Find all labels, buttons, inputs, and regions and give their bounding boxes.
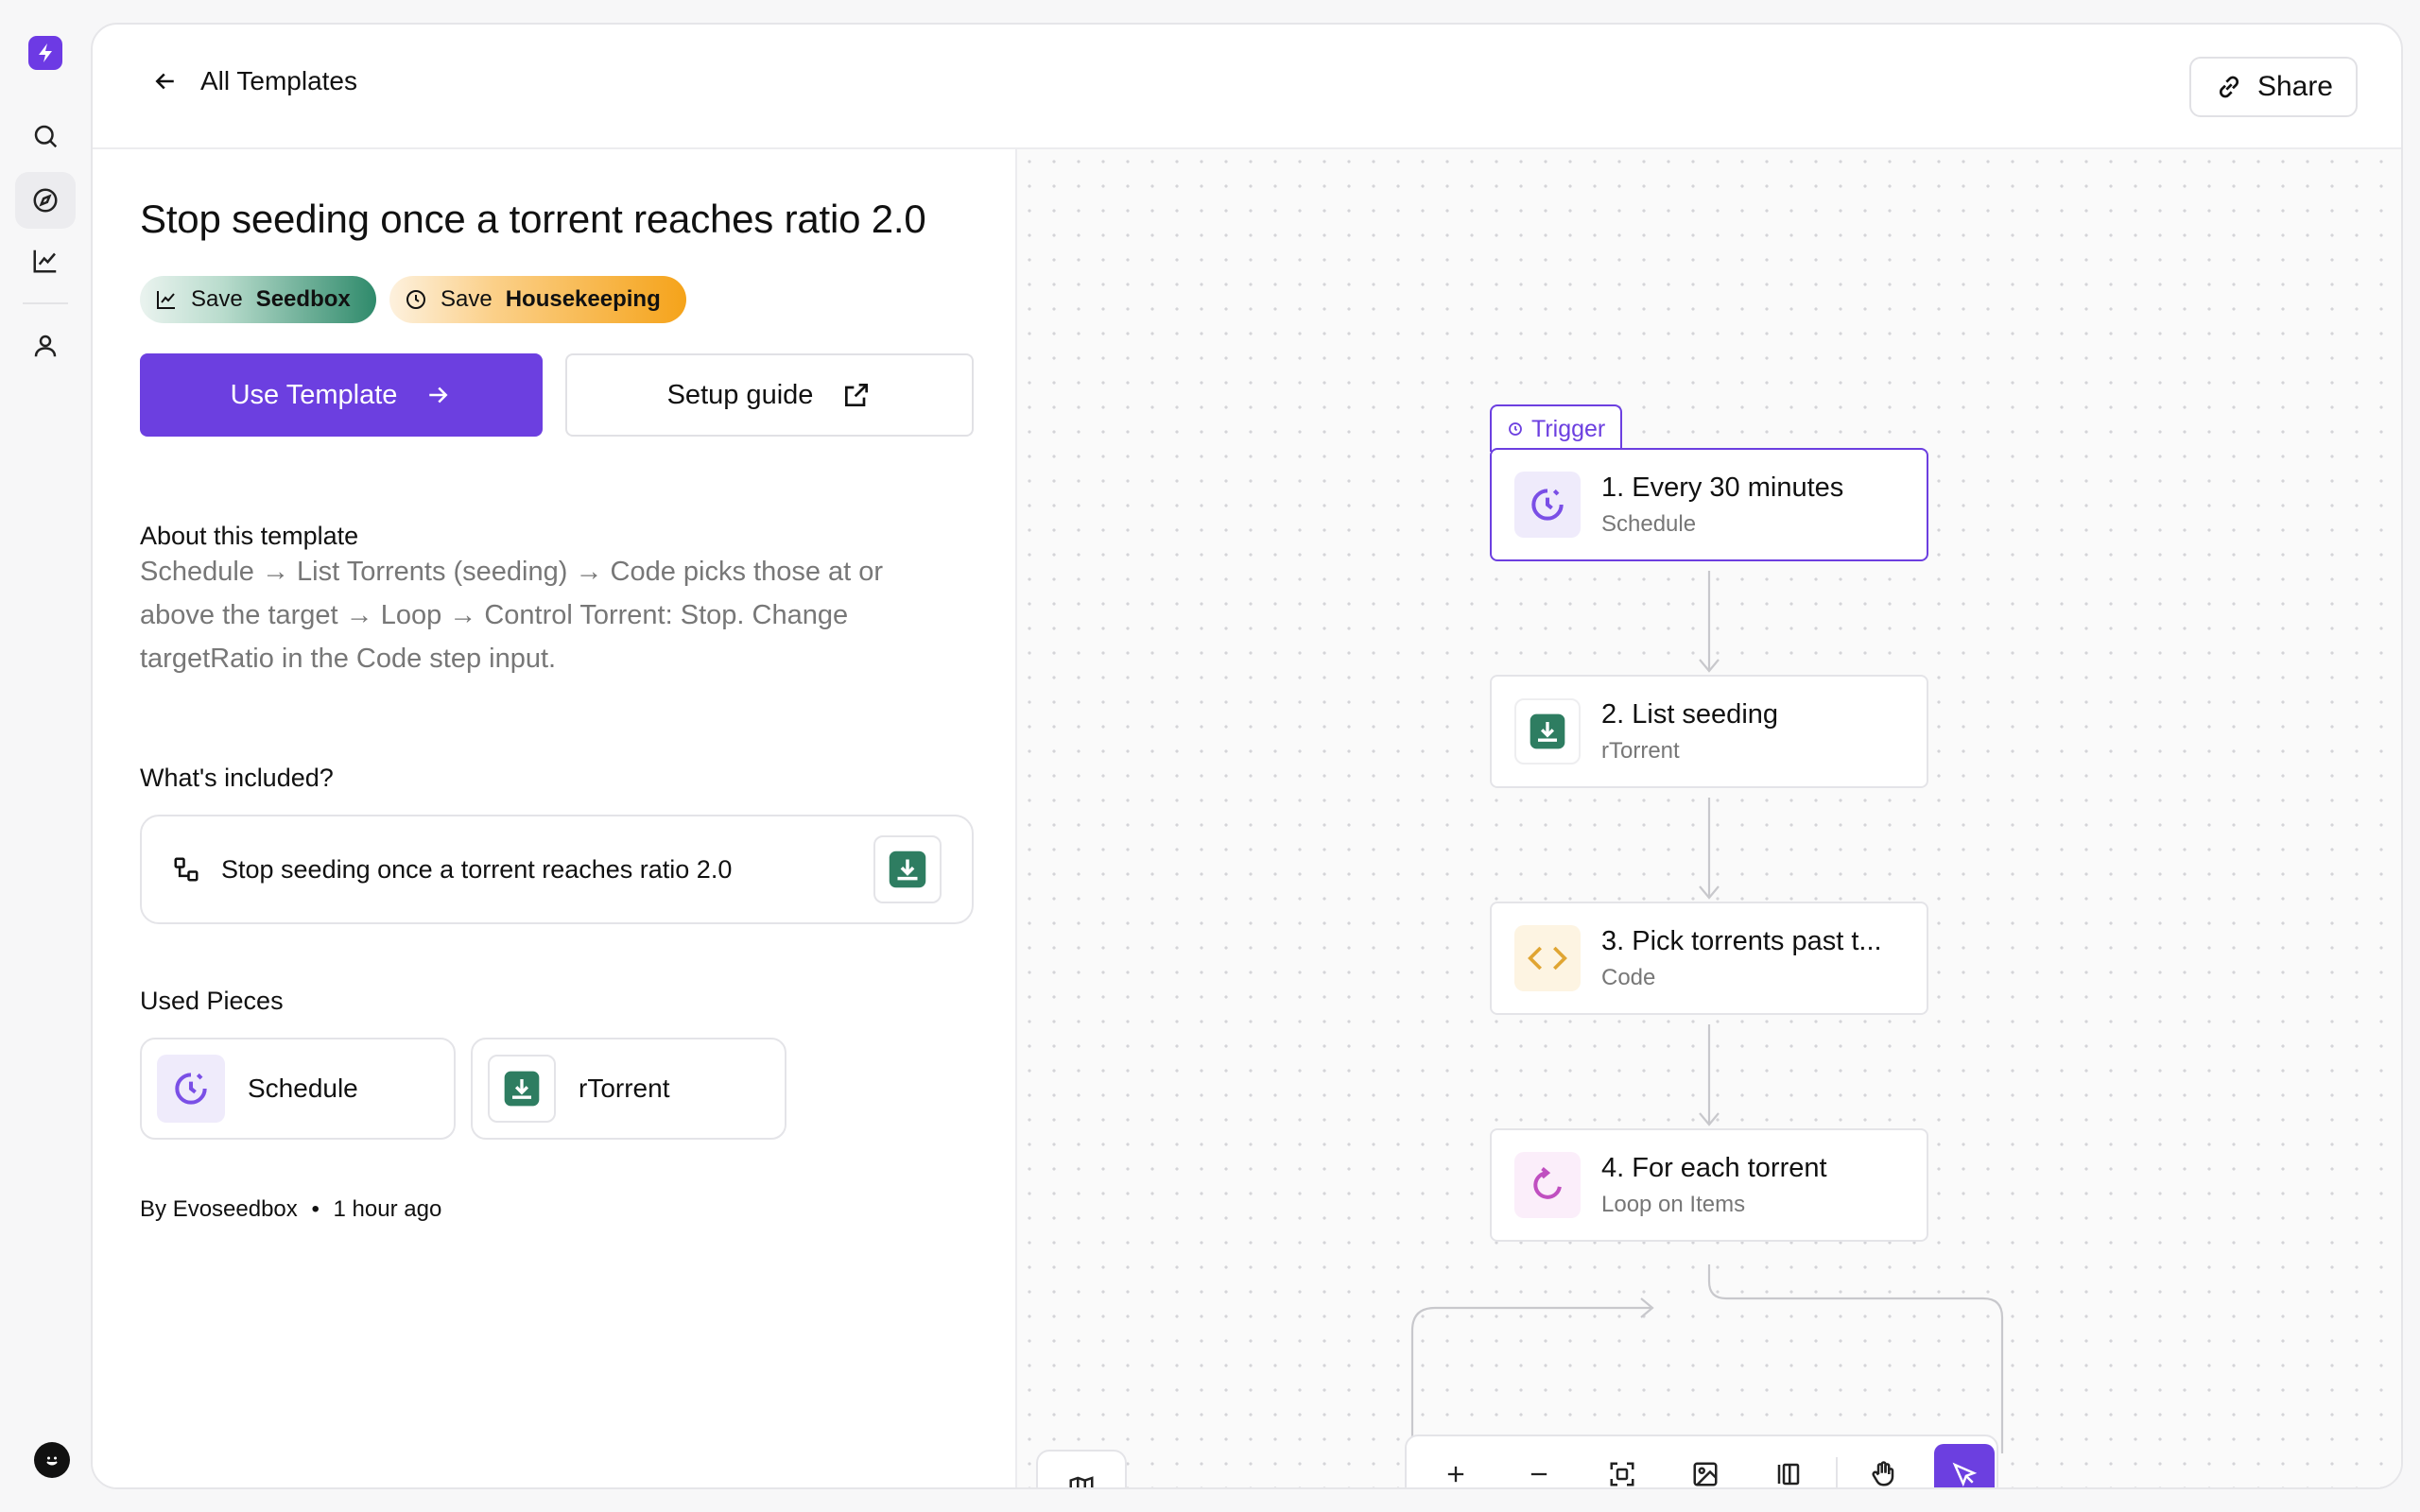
app-logo[interactable] (28, 36, 62, 70)
analytics-chart-icon[interactable] (15, 232, 76, 289)
code-brackets-icon (1514, 925, 1581, 991)
setup-guide-button[interactable]: Setup guide (565, 353, 974, 437)
separator-dot: • (311, 1196, 320, 1222)
explore-compass-icon[interactable] (15, 172, 76, 229)
included-heading: What's included? (140, 764, 334, 792)
piece-label: Schedule (248, 1074, 358, 1103)
link-icon (2219, 76, 2238, 98)
flow-canvas[interactable]: Trigger 1. Every 30 minutes Schedule 2. … (1017, 149, 2401, 1487)
tag-name: Seedbox (255, 286, 351, 312)
clock-icon (406, 290, 425, 309)
loop-icon (1514, 1152, 1581, 1218)
user-icon[interactable] (15, 318, 76, 374)
zoom-out-button[interactable] (1509, 1444, 1569, 1487)
time-ago: 1 hour ago (333, 1196, 442, 1222)
flow-connectors (1410, 571, 2004, 1453)
main-card: All Templates Share Stop seeding once a … (91, 23, 2403, 1489)
export-image-button[interactable] (1675, 1444, 1736, 1487)
plus-icon (1447, 1466, 1464, 1483)
rtorrent-icon (1514, 698, 1581, 765)
use-template-button[interactable]: Use Template (140, 353, 543, 437)
piece-rtorrent[interactable]: rTorrent (471, 1038, 786, 1140)
search-icon[interactable] (15, 108, 76, 164)
node-title: 2. List seeding (1601, 698, 1779, 730)
author-byline: By Evoseedbox • 1 hour ago (140, 1196, 441, 1223)
trigger-icon (1509, 422, 1522, 436)
about-heading: About this template (140, 522, 359, 550)
chart-line-icon (157, 291, 175, 309)
image-download-icon (1693, 1462, 1718, 1486)
page-title: Stop seeding once a torrent reaches rati… (140, 197, 926, 241)
minus-icon (1530, 1472, 1547, 1476)
tag-housekeeping[interactable]: Save Housekeeping (389, 276, 686, 323)
node-title: 3. Pick torrents past t... (1601, 925, 1882, 956)
tag-prefix: Save (191, 286, 243, 312)
schedule-clock-icon (1514, 472, 1581, 538)
trigger-label-text: Trigger (1531, 415, 1606, 442)
tag-seedbox[interactable]: Save Seedbox (140, 276, 376, 323)
nav-rail (0, 0, 91, 1512)
zoom-in-button[interactable] (1426, 1444, 1486, 1487)
schedule-clock-icon (157, 1055, 225, 1123)
node-subtitle: Code (1601, 964, 1656, 990)
tag-prefix: Save (441, 286, 493, 312)
flow-node-schedule[interactable]: 1. Every 30 minutes Schedule (1490, 448, 1928, 561)
used-pieces-heading: Used Pieces (140, 987, 284, 1015)
share-button[interactable]: Share (2188, 57, 2358, 117)
rtorrent-icon (488, 1055, 556, 1123)
arrow-left-icon (155, 73, 174, 90)
back-label: All Templates (200, 66, 358, 95)
flow-node-code[interactable]: 3. Pick torrents past t... Code (1490, 902, 1928, 1015)
node-title: 4. For each torrent (1601, 1152, 1827, 1183)
rtorrent-piece-icon (873, 835, 942, 903)
template-description: Schedule → List Torrents (seeding) → Cod… (140, 557, 884, 674)
use-template-label: Use Template (230, 379, 398, 410)
author-name: Evoseedbox (172, 1196, 298, 1222)
back-to-templates-link[interactable]: All Templates (151, 66, 357, 96)
flow-icon (174, 857, 199, 882)
toggle-panel-button[interactable] (1758, 1444, 1819, 1487)
columns-icon (1777, 1463, 1800, 1486)
author-prefix: By (140, 1196, 167, 1222)
share-label: Share (2256, 71, 2333, 102)
select-mode-button[interactable] (1934, 1444, 1995, 1487)
rail-divider (23, 302, 68, 304)
included-flow-item[interactable]: Stop seeding once a torrent reaches rati… (140, 815, 974, 924)
minimap-toggle-button[interactable] (1036, 1450, 1127, 1487)
node-title: 1. Every 30 minutes (1601, 472, 1844, 503)
external-link-icon (845, 384, 869, 406)
arrow-right-icon (429, 387, 448, 404)
fit-screen-icon (1610, 1462, 1634, 1486)
toolbar-divider (1836, 1457, 1838, 1487)
avatar[interactable] (34, 1442, 70, 1478)
pan-mode-button[interactable] (1853, 1444, 1913, 1487)
map-icon (1069, 1476, 1094, 1487)
top-bar: All Templates Share (93, 25, 2401, 149)
flow-node-list-seeding[interactable]: 2. List seeding rTorrent (1490, 675, 1928, 788)
flow-node-loop[interactable]: 4. For each torrent Loop on Items (1490, 1128, 1928, 1242)
node-subtitle: Schedule (1601, 510, 1697, 537)
tag-name: Housekeeping (505, 286, 661, 312)
node-subtitle: Loop on Items (1601, 1191, 1746, 1217)
node-subtitle: rTorrent (1601, 737, 1680, 764)
trigger-label: Trigger (1490, 404, 1623, 452)
included-item-label: Stop seeding once a torrent reaches rati… (221, 854, 733, 884)
piece-label: rTorrent (579, 1074, 670, 1103)
hand-icon (1872, 1461, 1894, 1486)
fit-view-button[interactable] (1592, 1444, 1652, 1487)
canvas-toolbar (1405, 1435, 1998, 1487)
piece-schedule[interactable]: Schedule (140, 1038, 456, 1140)
cursor-arrow-icon (1952, 1462, 1978, 1487)
setup-guide-label: Setup guide (666, 379, 814, 410)
template-details-panel: Stop seeding once a torrent reaches rati… (93, 149, 1017, 1487)
